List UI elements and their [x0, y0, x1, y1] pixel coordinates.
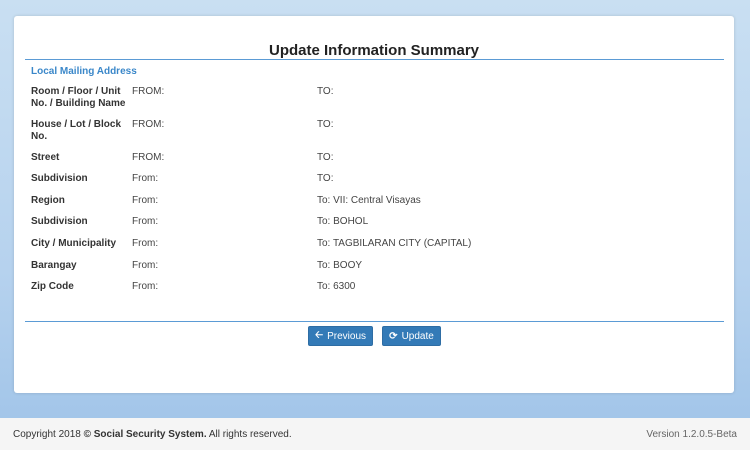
row-from: From:	[132, 281, 159, 292]
update-button[interactable]: ⟳ Update	[382, 326, 441, 346]
row-label: City / Municipality	[31, 238, 117, 249]
row-from: From:	[132, 173, 159, 184]
copyright-prefix: Copyright 2018	[13, 429, 81, 440]
row-label: Barangay	[31, 260, 77, 271]
row-to: TO:	[317, 86, 334, 97]
previous-button[interactable]: 🡠 Previous	[308, 326, 373, 346]
row-from: FROM:	[132, 119, 165, 130]
row-to: TO:	[317, 173, 334, 184]
row-from: FROM:	[132, 152, 165, 163]
row-label: Room / Floor / Unit No. / Building Name	[31, 86, 126, 109]
version-text: Version 1.2.0.5-Beta	[646, 429, 737, 440]
arrow-left-icon: 🡠	[314, 329, 324, 341]
row-label: House / Lot / Block No.	[31, 119, 122, 142]
row-to: TO:	[317, 152, 334, 163]
row-to: To: BOHOL	[317, 216, 369, 227]
update-button-label: Update	[401, 330, 434, 342]
copyright-org: Social Security System.	[93, 429, 207, 440]
row-label: Region	[31, 195, 65, 206]
row-from: From:	[132, 260, 159, 271]
refresh-icon: ⟳	[389, 330, 398, 342]
copyright-symbol: ©	[83, 429, 91, 440]
row-to: To: 6300	[317, 281, 356, 292]
summary-card: Update Information Summary Local Mailing…	[14, 16, 734, 393]
row-from: From:	[132, 216, 159, 227]
footer: Copyright 2018 © Social Security System.…	[0, 418, 750, 450]
row-label: Street	[31, 152, 60, 163]
copyright-suffix: All rights reserved.	[208, 429, 292, 440]
previous-button-label: Previous	[327, 330, 366, 342]
page-title: Update Information Summary	[268, 42, 480, 59]
row-label: Subdivision	[31, 173, 88, 184]
copyright-text: Copyright 2018 © Social Security System.…	[13, 429, 292, 440]
section-label: Local Mailing Address	[31, 66, 137, 77]
row-from: From:	[132, 195, 159, 206]
row-label: Zip Code	[31, 281, 74, 292]
title-divider	[25, 59, 724, 60]
row-to: To: TAGBILARAN CITY (CAPITAL)	[317, 238, 472, 249]
row-label: Subdivision	[31, 216, 88, 227]
row-from: From:	[132, 238, 159, 249]
content-divider	[25, 321, 724, 322]
row-from: FROM:	[132, 86, 165, 97]
row-to: To: BOOY	[317, 260, 363, 271]
row-to: To: VII: Central Visayas	[317, 195, 421, 206]
row-to: TO:	[317, 119, 334, 130]
